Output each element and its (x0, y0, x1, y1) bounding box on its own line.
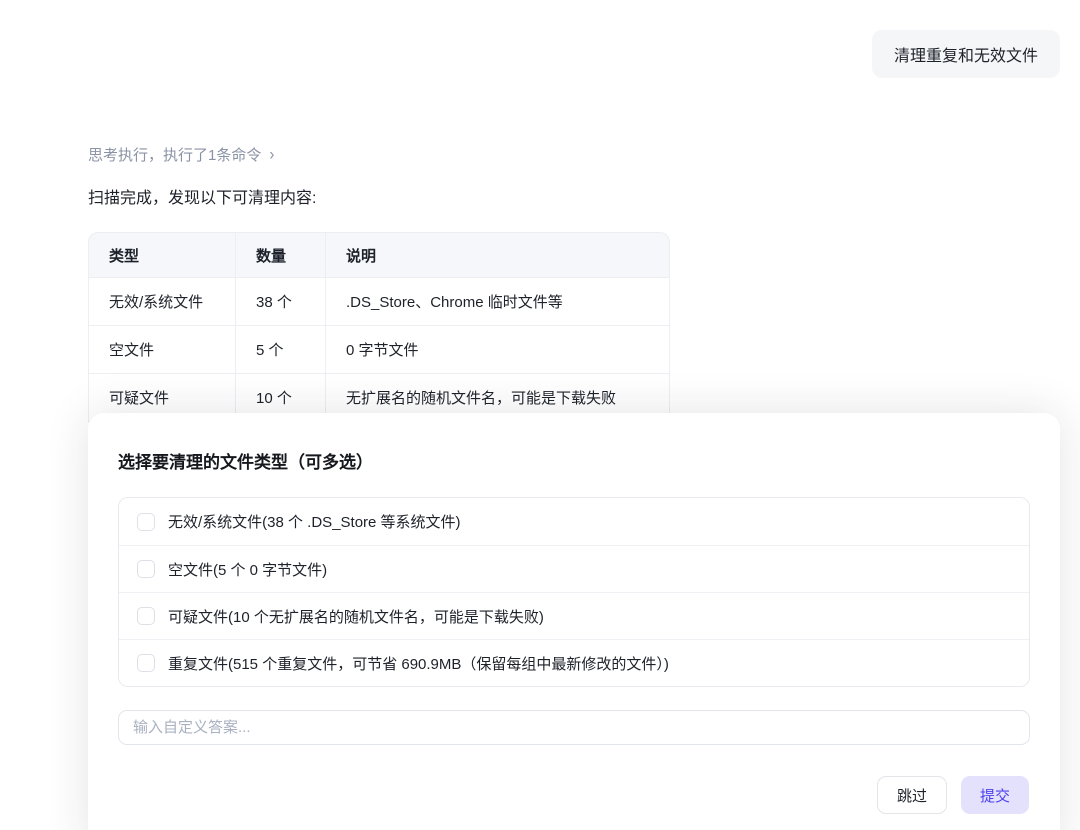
clean-duplicates-task-button[interactable]: 清理重复和无效文件 (872, 30, 1060, 78)
skip-button[interactable]: 跳过 (877, 776, 947, 814)
modal-actions: 跳过 提交 (877, 776, 1029, 814)
table-header-desc: 说明 (326, 232, 670, 278)
cell-desc: .DS_Store、Chrome 临时文件等 (326, 278, 670, 326)
option-label: 重复文件(515 个重复文件，可节省 690.9MB（保留每组中最新修改的文件）… (168, 653, 669, 674)
option-label: 可疑文件(10 个无扩展名的随机文件名，可能是下载失败) (168, 606, 544, 627)
cell-type: 空文件 (88, 326, 236, 374)
table-header-type: 类型 (88, 232, 236, 278)
scan-result-table: 类型 数量 说明 无效/系统文件 38 个 .DS_Store、Chrome 临… (88, 232, 670, 422)
thinking-steps-label: 思考执行，执行了1条命令 (88, 144, 261, 165)
table-row: 无效/系统文件 38 个 .DS_Store、Chrome 临时文件等 (88, 278, 670, 326)
thinking-steps-toggle[interactable]: 思考执行，执行了1条命令 › (88, 144, 274, 165)
option-list: 无效/系统文件(38 个 .DS_Store 等系统文件) 空文件(5 个 0 … (118, 497, 1030, 687)
table-row: 空文件 5 个 0 字节文件 (88, 326, 670, 374)
clean-duplicates-task-label: 清理重复和无效文件 (894, 42, 1038, 66)
option-invalid-system-files[interactable]: 无效/系统文件(38 个 .DS_Store 等系统文件) (119, 498, 1029, 545)
option-label: 空文件(5 个 0 字节文件) (168, 559, 327, 580)
option-empty-files[interactable]: 空文件(5 个 0 字节文件) (119, 545, 1029, 592)
checkbox-icon[interactable] (137, 607, 155, 625)
cell-type: 无效/系统文件 (88, 278, 236, 326)
file-type-selection-modal: 选择要清理的文件类型（可多选） 无效/系统文件(38 个 .DS_Store 等… (88, 413, 1060, 830)
table-header-row: 类型 数量 说明 (88, 232, 670, 278)
option-duplicate-files[interactable]: 重复文件(515 个重复文件，可节省 690.9MB（保留每组中最新修改的文件）… (119, 639, 1029, 686)
submit-button[interactable]: 提交 (961, 776, 1029, 814)
cell-count: 38 个 (236, 278, 326, 326)
option-label: 无效/系统文件(38 个 .DS_Store 等系统文件) (168, 511, 461, 532)
scan-result-message: 扫描完成，发现以下可清理内容: (88, 184, 316, 208)
checkbox-icon[interactable] (137, 513, 155, 531)
checkbox-icon[interactable] (137, 560, 155, 578)
checkbox-icon[interactable] (137, 654, 155, 672)
table-header-count: 数量 (236, 232, 326, 278)
chevron-right-icon: › (269, 145, 274, 164)
option-suspicious-files[interactable]: 可疑文件(10 个无扩展名的随机文件名，可能是下载失败) (119, 592, 1029, 639)
cell-desc: 0 字节文件 (326, 326, 670, 374)
custom-answer-input[interactable] (118, 710, 1030, 745)
cell-count: 5 个 (236, 326, 326, 374)
modal-title: 选择要清理的文件类型（可多选） (118, 448, 373, 473)
